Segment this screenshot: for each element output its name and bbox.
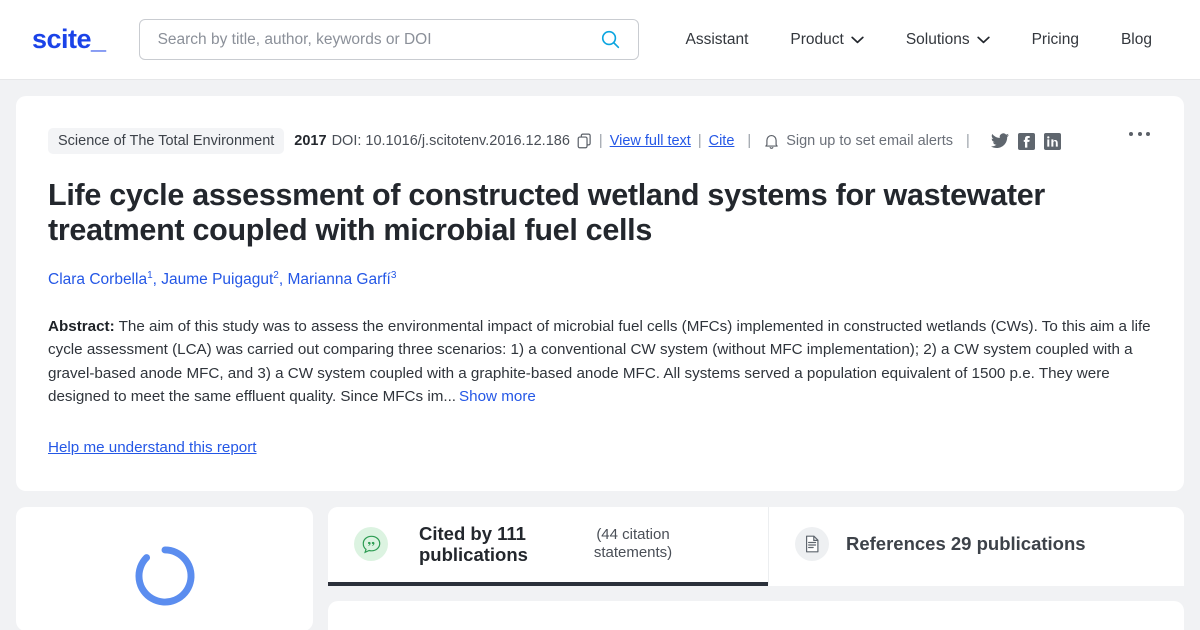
author-name: Jaume Puigagut [161,270,274,288]
facebook-icon[interactable] [1017,132,1035,150]
scite-logo[interactable]: scite_ [32,24,106,55]
search-input[interactable] [157,30,599,49]
more-options-icon[interactable] [1123,126,1156,142]
paper-metadata-row: Science of The Total Environment 2017 DO… [48,128,1152,154]
author-link[interactable]: Jaume Puigagut2 [161,270,279,288]
quote-bubble-icon [354,527,388,562]
loading-spinner [134,545,196,607]
nav-label: Pricing [1031,30,1079,48]
tab-references[interactable]: References 29 publications [768,506,1184,586]
main-nav: Assistant Product Solutions Pricing Blog [665,31,1153,49]
sidebar-loading-card [16,506,313,630]
citation-results-panel [328,600,1184,630]
nav-label: Solutions [905,30,970,48]
tab-references-label: References 29 publications [846,533,1086,555]
authors-list: Clara Corbella1, Jaume Puigagut2, Marian… [48,269,397,288]
document-icon [795,527,829,562]
abstract-body: The aim of this study was to assess the … [48,317,1151,406]
nav-item-pricing[interactable]: Pricing [1011,31,1100,49]
abstract-label: Abstract: [48,317,115,335]
twitter-icon[interactable] [990,133,1009,149]
nav-label: Blog [1120,30,1152,48]
bottom-section: Cited by 111 publications (44 citation s… [16,506,1184,630]
copy-icon[interactable] [577,133,592,149]
chevron-down-icon [976,36,990,44]
page-content: Science of The Total Environment 2017 DO… [0,80,1200,630]
nav-item-assistant[interactable]: Assistant [665,31,770,49]
search-bar[interactable] [138,19,639,60]
linkedin-icon[interactable] [1043,132,1061,150]
author-link[interactable]: Clara Corbella1 [48,270,153,288]
chevron-down-icon [851,36,864,44]
abstract-text: Abstract: The aim of this study was to a… [48,315,1152,409]
nav-item-blog[interactable]: Blog [1100,31,1152,49]
email-alerts-text[interactable]: Sign up to set email alerts [786,133,953,149]
help-understand-report-link[interactable]: Help me understand this report [48,439,257,456]
nav-label: Assistant [685,30,749,48]
publication-year: 2017 [294,133,327,149]
nav-item-solutions[interactable]: Solutions [885,31,1011,49]
nav-label: Product [790,30,844,48]
search-icon[interactable] [599,28,622,51]
paper-detail-card: Science of The Total Environment 2017 DO… [16,96,1184,491]
show-more-link[interactable]: Show more [459,388,536,405]
separator: | [966,133,970,149]
doi-text: DOI: 10.1016/j.scitotenv.2016.12.186 [331,133,570,149]
citation-tabs-column: Cited by 111 publications (44 citation s… [328,506,1184,630]
citation-tabs: Cited by 111 publications (44 citation s… [328,506,1184,586]
view-full-text-link[interactable]: View full text [610,133,691,149]
social-share-group [990,132,1061,150]
cite-link[interactable]: Cite [709,133,735,149]
tab-cited-by-subtitle: (44 citation statements) [593,526,673,562]
journal-badge: Science of The Total Environment [48,128,285,154]
tab-cited-by[interactable]: Cited by 111 publications (44 citation s… [328,506,768,586]
nav-item-product[interactable]: Product [769,31,884,49]
page-title: Life cycle assessment of constructed wet… [48,178,1045,247]
author-name: Clara Corbella [48,270,148,288]
separator: | [697,133,702,149]
separator: | [598,133,603,149]
author-link[interactable]: Marianna Garfí3 [287,269,397,288]
author-name: Marianna Garfí [287,270,391,288]
separator: | [747,133,752,149]
bell-icon[interactable] [764,133,779,150]
author-affiliation-marker: 3 [390,269,397,281]
top-navigation-bar: scite_ Assistant Product Solutions Pr [0,0,1200,80]
tab-cited-by-label: Cited by 111 publications [419,522,528,566]
